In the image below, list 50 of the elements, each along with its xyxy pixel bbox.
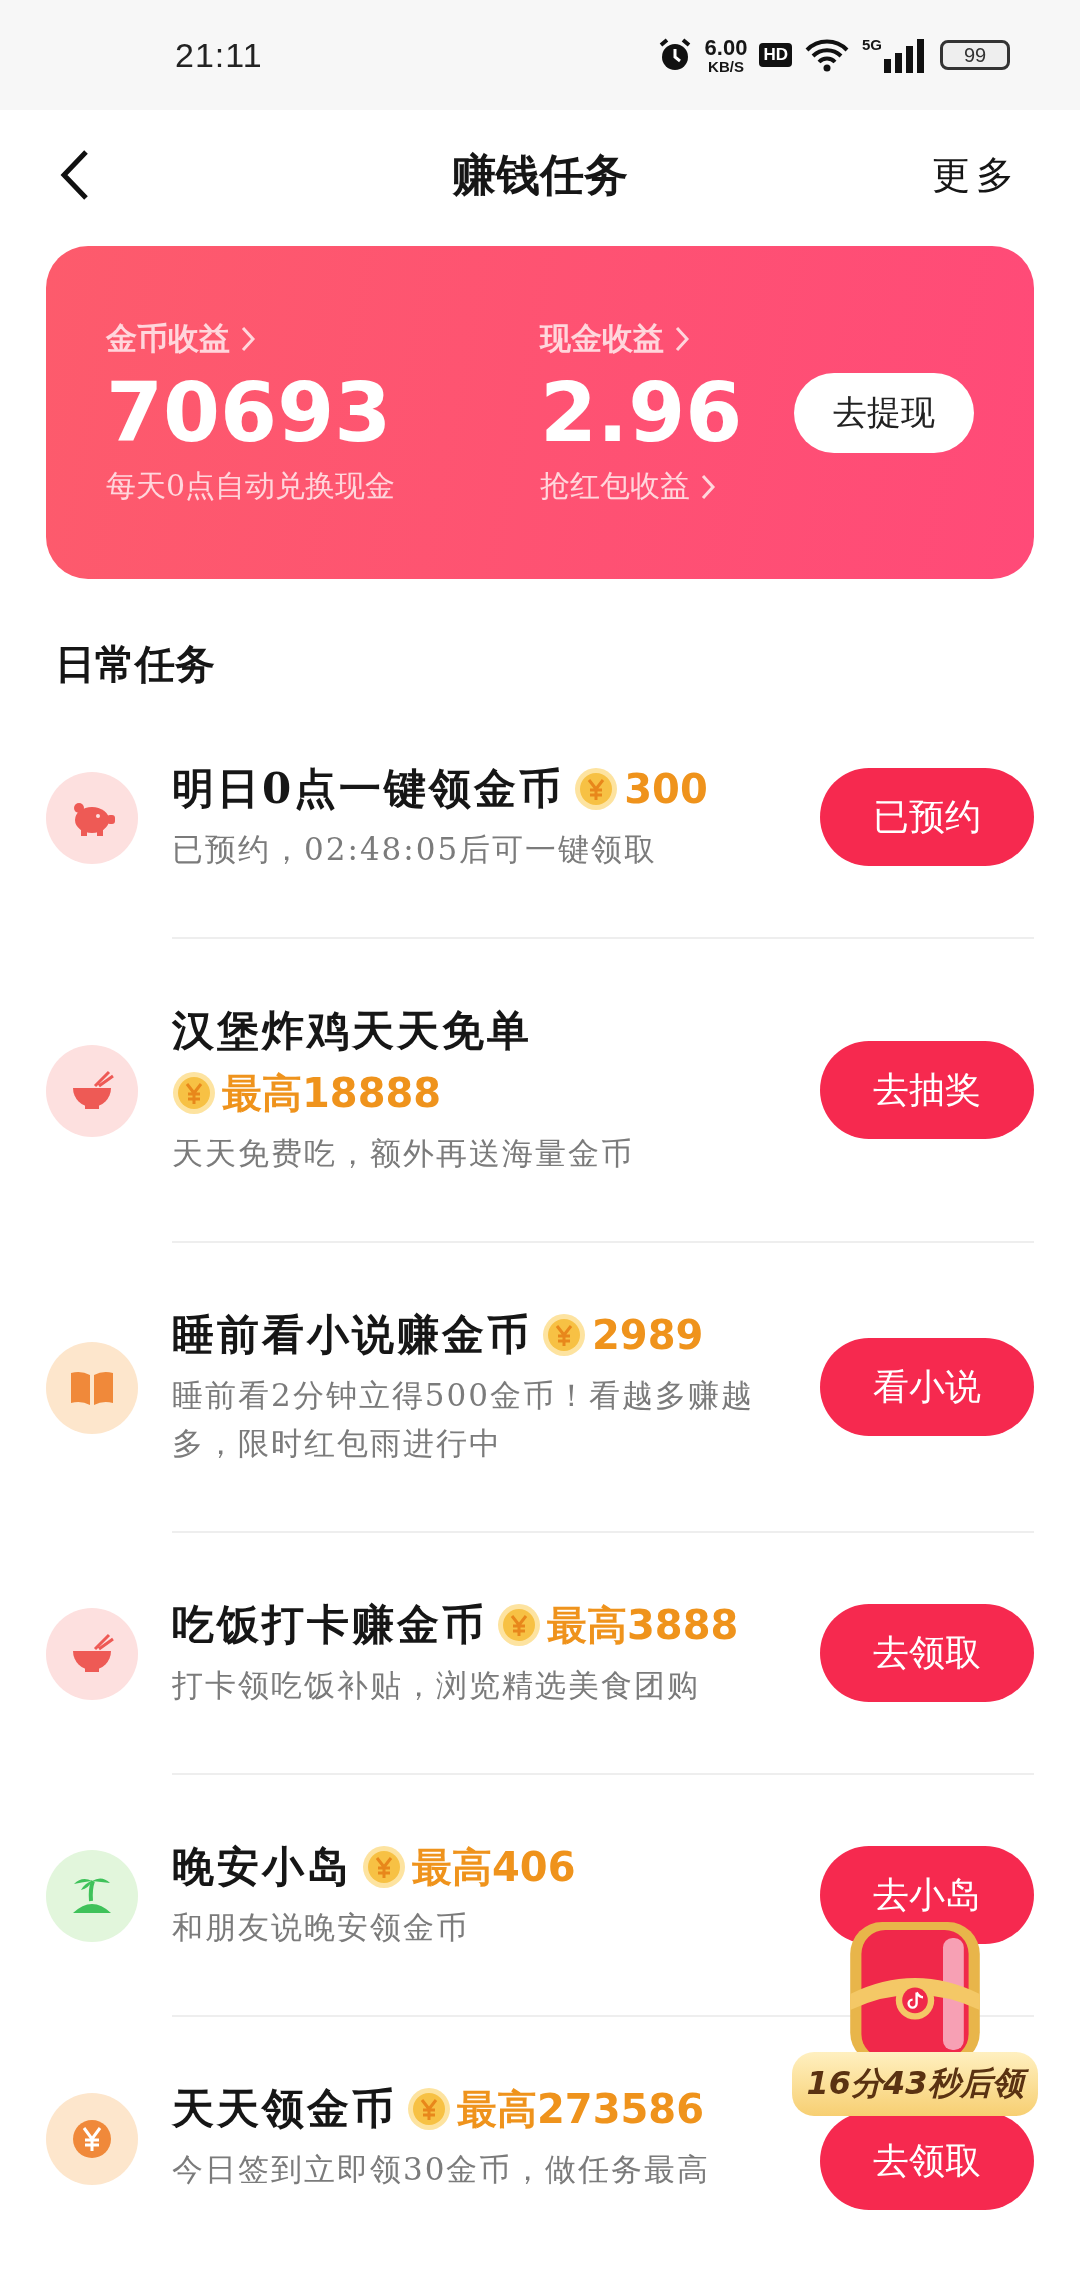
task-title: 汉堡炸鸡天天免单 [172,1005,532,1057]
earnings-link[interactable]: 现金收益 [540,317,664,360]
network-type: 5G [862,37,882,52]
reward-amount: 最高273586 [457,2085,704,2134]
task-button[interactable]: 已预约 [820,768,1034,866]
coin-icon [542,1313,586,1357]
coin-icon [574,767,619,811]
back-icon [60,149,90,201]
coin-icon [407,2087,451,2131]
clock-time: 21:11 [175,35,263,75]
task-description: 今日签到立即领30金币，做任务最高 [172,2150,712,2189]
task-description: 天天免费吃，额外再送海量金币 [172,1134,635,1173]
task-button[interactable]: 看小说 [820,1338,1034,1436]
network-speed: 6.00 [704,36,748,59]
more-button[interactable]: 更多 [932,145,1020,205]
countdown-label: 16分43秒后领 [792,2052,1038,2116]
task-title: 睡前看小说赚金币 [172,1309,532,1361]
task-title: 吃饭打卡赚金币 [172,1599,487,1651]
earnings-note: 每天0点自动兑换现金 [106,467,396,506]
earnings-value: 70693 [106,367,393,459]
reward-amount: 最高406 [412,1843,576,1892]
coin-icon [497,1603,541,1647]
hd-badge: HD [759,43,792,67]
task-title: 明日0点一键领金币 [172,763,565,815]
earnings-link[interactable]: 抢红包收益 [540,466,690,508]
wifi-icon [804,38,850,72]
reward-amount: 最高18888 [222,1069,442,1118]
section-title: 日常任务 [55,639,216,689]
page-title: 赚钱任务 [451,147,629,202]
reward-amount: 300 [624,765,708,814]
task-button[interactable]: 去领取 [820,1604,1034,1702]
earnings-value: 2.96 [540,367,744,459]
earnings-link[interactable]: 金币收益 [106,317,230,360]
chevron-icon [240,324,256,353]
task-title: 晚安小岛 [172,1841,352,1893]
chevron-icon [700,472,716,501]
coin-icon [362,1845,406,1889]
task-description: 打卡领吃饭补贴，浏览精选美食团购 [172,1666,701,1705]
speed-unit: KB/S [708,58,744,74]
reward-amount: 最高3888 [547,1601,739,1650]
task-title: 天天领金币 [172,2083,397,2135]
reward-amount: 2989 [592,1311,704,1360]
withdraw-button[interactable]: 去提现 [794,372,974,453]
battery-level: 99 [963,43,987,67]
chevron-icon [674,324,690,353]
coin-icon [172,1071,216,1115]
task-button[interactable]: 去抽奖 [820,1041,1034,1139]
task-description: 睡前看2分钟立得500金币！看越多赚越多，限时红包雨进行中 [172,1376,755,1463]
task-description: 和朋友说晚安领金币 [172,1908,470,1947]
task-description: 已预约，02:48:05后可一键领取 [172,830,659,869]
